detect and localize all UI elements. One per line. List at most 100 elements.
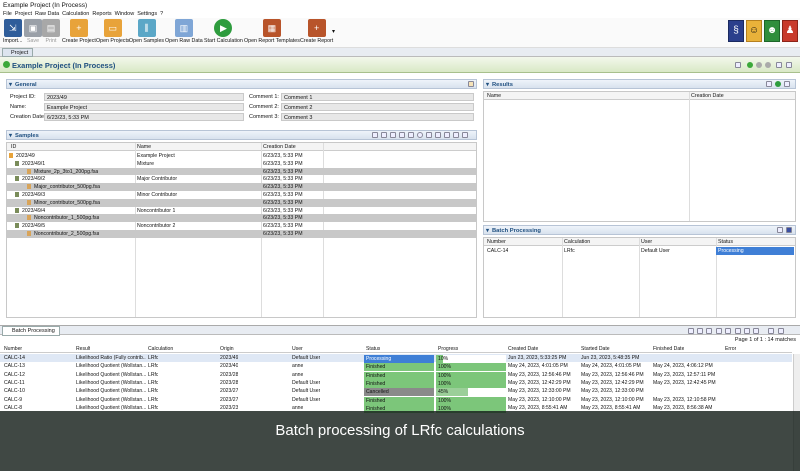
column-status[interactable]: Status — [718, 239, 733, 245]
columns-icon[interactable] — [753, 328, 759, 334]
help-icon[interactable] — [688, 328, 694, 334]
column-error[interactable]: Error — [725, 346, 736, 352]
menu-reports[interactable]: Reports — [92, 11, 111, 17]
sample-tool-icon[interactable] — [408, 132, 414, 138]
sample-row[interactable]: 2023/49/5 Noncontributor 2 6/23/23, 5:33 P… — [7, 222, 476, 230]
minimize-icon[interactable] — [768, 328, 774, 334]
grey-status-icon[interactable] — [765, 62, 771, 68]
save-button[interactable]: ▣ Save — [24, 19, 42, 44]
open-external-icon[interactable] — [462, 132, 468, 138]
database-icon[interactable] — [786, 227, 792, 233]
start-calculation-button[interactable]: ▶ Start Calculation — [204, 19, 243, 44]
column-origin[interactable]: Origin — [220, 346, 234, 352]
create-project-button[interactable]: + Create Project — [62, 19, 96, 44]
sample-row[interactable]: 2023/49/1 Mixture 6/23/23, 5:33 PM — [7, 160, 476, 168]
column-finished-date[interactable]: Finished Date — [653, 346, 684, 352]
creation-date-field[interactable]: 6/23/23, 5:33 PM — [44, 113, 244, 121]
batch-processing-section-header[interactable]: Batch Processing — [483, 225, 796, 235]
column-created-date[interactable]: Created Date — [508, 346, 538, 352]
filter-icon[interactable] — [716, 328, 722, 334]
column-result[interactable]: Result — [76, 346, 90, 352]
edit-icon[interactable] — [468, 81, 474, 87]
copy-icon[interactable] — [390, 132, 396, 138]
add-result-icon[interactable] — [775, 81, 781, 87]
external-link-icon[interactable] — [735, 62, 741, 68]
ungroup-icon[interactable] — [435, 132, 441, 138]
maximize-icon[interactable] — [778, 328, 784, 334]
help-icon[interactable] — [777, 227, 783, 233]
column-name[interactable]: Name — [137, 144, 151, 150]
column-user[interactable]: User — [292, 346, 303, 352]
samples-section-header[interactable]: Samples — [6, 130, 477, 140]
minimize-icon[interactable] — [776, 62, 782, 68]
comment1-field[interactable]: Comment 1 — [281, 93, 474, 101]
refresh-icon[interactable] — [706, 328, 712, 334]
column-calculation[interactable]: Calculation — [564, 239, 590, 245]
create-report-button[interactable]: + Create Report — [300, 19, 333, 44]
table-row[interactable]: CALC-9 Likelihood Quotient (Wollstan... LR… — [0, 396, 792, 405]
add-sample-icon[interactable] — [381, 132, 387, 138]
edit-sample-icon[interactable] — [399, 132, 405, 138]
grey-status-icon[interactable] — [756, 62, 762, 68]
import-sample-icon[interactable] — [372, 132, 378, 138]
table-row[interactable]: CALC-14 Likelihood Ratio (Fully contrib..… — [0, 354, 792, 363]
tab-batch-processing[interactable]: Batch Processing — [2, 326, 60, 336]
column-status[interactable]: Status — [366, 346, 380, 352]
sample-row[interactable]: 2023/49/2 Major Contributor 6/23/23, 5:33 … — [7, 175, 476, 183]
sample-row[interactable]: 2023/49/3 Minor Contributor 6/23/23, 5:33 … — [7, 191, 476, 199]
table-row[interactable]: CALC-10 Likelihood Quotient (Wollstan... L… — [0, 387, 792, 397]
open-raw-data-button[interactable]: ▥ Open Raw Data — [165, 19, 203, 44]
collapse-all-icon[interactable] — [453, 132, 459, 138]
results-section-header[interactable]: Results — [483, 79, 796, 89]
import-button[interactable]: ⇲ Import... — [3, 19, 22, 44]
sample-row[interactable]: 2023/49/4 Noncontributor 1 6/23/23, 5:33 P… — [7, 207, 476, 215]
menu-project[interactable]: Project — [15, 11, 32, 17]
menu-file[interactable]: File — [3, 11, 12, 17]
column-user[interactable]: User — [641, 239, 652, 245]
pedigree-perspective-icon[interactable]: ♟ — [782, 20, 798, 42]
people-perspective-icon[interactable]: ☺ — [746, 20, 762, 42]
sample-file-row[interactable]: Noncontributor_2_500pg.fsa 6/23/23, 5:33 … — [7, 230, 476, 238]
sample-file-row[interactable]: Noncontributor_1_500pg.fsa 6/23/23, 5:33 … — [7, 214, 476, 223]
comment2-field[interactable]: Comment 2 — [281, 103, 474, 111]
sample-file-row[interactable]: Minor_contributor_500pg.fsa 6/23/23, 5:33… — [7, 198, 476, 207]
column-creation-date[interactable]: Creation Date — [263, 144, 296, 150]
delete-icon[interactable] — [744, 328, 750, 334]
sample-row[interactable]: 2023/49 Example Project 6/23/23, 5:33 PM — [7, 152, 476, 160]
export-icon[interactable] — [444, 132, 450, 138]
column-calculation[interactable]: Calculation — [148, 346, 173, 352]
table-row[interactable]: CALC-13 Likelihood Quotient (Wollstan... L… — [0, 362, 792, 372]
menu-calculation[interactable]: Calculation — [62, 11, 89, 17]
open-samples-button[interactable]: ⫼ Open Samples — [129, 19, 164, 44]
sample-file-row[interactable]: Mixture_2p_3to1_200pg.fsa 6/23/23, 5:33 P… — [7, 167, 476, 176]
group-icon[interactable] — [426, 132, 432, 138]
results-tool-icon[interactable] — [766, 81, 772, 87]
dna-perspective-icon[interactable]: § — [728, 20, 744, 42]
column-progress[interactable]: Progress — [438, 346, 458, 352]
filter-clear-icon[interactable] — [725, 328, 731, 334]
sample-file-row[interactable]: Major_contributor_500pg.fsa 6/23/23, 5:33… — [7, 183, 476, 191]
column-id[interactable]: ID — [11, 144, 16, 150]
general-section-header[interactable]: General — [6, 79, 477, 89]
maximize-icon[interactable] — [786, 62, 792, 68]
project-id-field[interactable]: 2023/49 — [44, 93, 244, 101]
menu-help[interactable]: ? — [160, 11, 163, 17]
comment3-field[interactable]: Comment 3 — [281, 113, 474, 121]
open-projects-button[interactable]: ▭ Open Projects — [96, 19, 130, 44]
name-field[interactable]: Example Project — [44, 103, 244, 111]
tab-project[interactable]: Project — [2, 48, 34, 57]
column-number[interactable]: Number — [4, 346, 22, 352]
table-row[interactable]: CALC-14 LRfc Default User Processing — [484, 247, 795, 255]
table-row[interactable]: CALC-11 Likelihood Quotient (Wollstan... L… — [0, 379, 792, 388]
remove-icon[interactable] — [417, 132, 423, 138]
results-menu-icon[interactable] — [784, 81, 790, 87]
column-name[interactable]: Name — [487, 93, 501, 99]
column-number[interactable]: Number — [487, 239, 506, 245]
stop-icon[interactable] — [697, 328, 703, 334]
green-status-icon[interactable] — [747, 62, 753, 68]
create-report-dropdown-icon[interactable]: ▾ — [332, 28, 335, 35]
column-creation-date[interactable]: Creation Date — [691, 93, 724, 99]
print-button[interactable]: ▤ Print — [42, 19, 60, 44]
menu-settings[interactable]: Settings — [137, 11, 157, 17]
family-perspective-icon[interactable]: ☻ — [764, 20, 780, 42]
